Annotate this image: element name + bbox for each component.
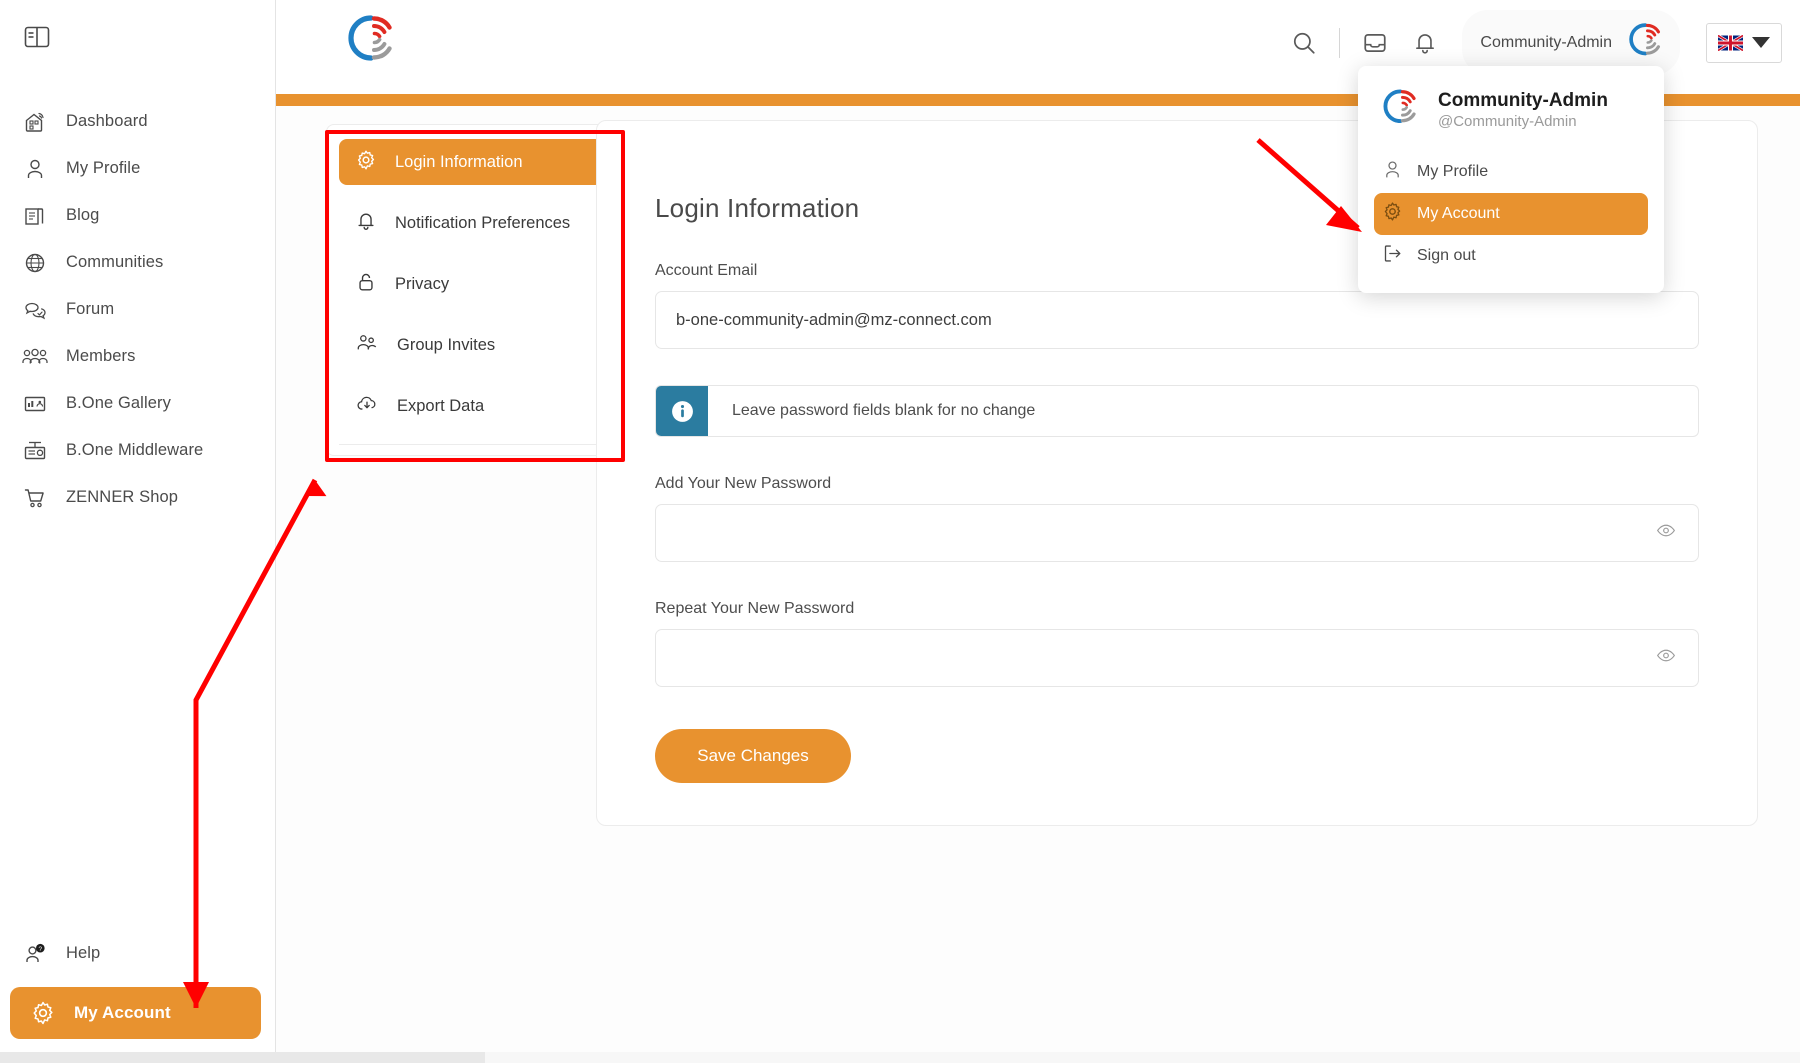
user-menu-label: My Profile — [1417, 163, 1489, 180]
sidebar-item-label: My Profile — [66, 159, 141, 177]
sidebar-item-label: Communities — [66, 253, 164, 271]
repeat-password-label: Repeat Your New Password — [655, 600, 855, 617]
settings-nav-item-login-information[interactable]: Login Information — [339, 139, 603, 185]
user-menu-header: Community-Admin @Community-Admin — [1374, 84, 1648, 151]
sidebar-item-label: ZENNER Shop — [66, 488, 179, 506]
user-icon — [1382, 159, 1403, 185]
gear-icon — [1382, 201, 1403, 227]
settings-nav-item-group-invites[interactable]: Group Invites — [339, 322, 603, 368]
sidebar-item-label: B.One Middleware — [66, 441, 204, 459]
gallery-icon — [22, 391, 48, 417]
header-user-name: Community-Admin — [1480, 33, 1612, 51]
account-email-field[interactable]: b-one-community-admin@mz-connect.com — [655, 291, 1699, 349]
horizontal-scroll-track[interactable] — [0, 1052, 1800, 1063]
settings-nav-label: Export Data — [397, 396, 485, 415]
sidebar-item-label: My Account — [74, 1003, 171, 1022]
forum-icon — [22, 297, 48, 323]
sidebar-item-help[interactable]: ? Help — [0, 930, 275, 977]
sidebar-item-members[interactable]: Members — [0, 333, 275, 380]
settings-nav: Login Information Notification Preferenc… — [326, 124, 616, 456]
user-menu-display-name: Community-Admin — [1438, 90, 1608, 112]
b-one-connect-avatar — [1378, 84, 1424, 135]
bell-icon — [355, 210, 377, 237]
settings-nav-label: Login Information — [395, 152, 523, 171]
settings-nav-label: Group Invites — [397, 335, 496, 354]
password-notice: Leave password fields blank for no chang… — [655, 385, 1699, 437]
uk-flag-icon — [1718, 34, 1743, 51]
repeat-password-field[interactable] — [655, 629, 1699, 687]
settings-nav-item-privacy[interactable]: Privacy — [339, 261, 603, 307]
bell-icon[interactable] — [1400, 18, 1450, 68]
sidebar-item-label: Dashboard — [66, 112, 148, 130]
info-icon — [656, 386, 708, 436]
sidebar-item-b-one-middleware[interactable]: B.One Middleware — [0, 427, 275, 474]
user-menu-label: My Account — [1417, 205, 1500, 222]
header-divider — [1339, 27, 1341, 58]
members-icon — [22, 344, 48, 370]
user-account-menu: Community-Admin @Community-Admin My Prof… — [1358, 66, 1664, 293]
sidebar-item-b-one-gallery[interactable]: B.One Gallery — [0, 380, 275, 427]
chevron-down-icon — [1752, 37, 1770, 48]
sidebar-item-label: Members — [66, 347, 136, 365]
dashboard-icon — [22, 109, 48, 135]
lock-icon — [355, 271, 377, 298]
settings-nav-label: Notification Preferences — [395, 213, 571, 232]
svg-text:?: ? — [39, 946, 43, 953]
cloud-download-icon — [355, 393, 379, 420]
user-menu-item-my-profile[interactable]: My Profile — [1374, 151, 1648, 193]
app-root: Dashboard My Profile Blog Communities Fo… — [0, 0, 1800, 1063]
account-email-value: b-one-community-admin@mz-connect.com — [676, 310, 992, 329]
settings-nav-label: Privacy — [395, 274, 450, 293]
sidebar-item-my-profile[interactable]: My Profile — [0, 145, 275, 192]
globe-icon — [22, 250, 48, 276]
sidebar-item-label: Help — [66, 944, 101, 962]
sidebar-item-dashboard[interactable]: Dashboard — [0, 98, 275, 145]
sidebar-item-blog[interactable]: Blog — [0, 192, 275, 239]
eye-icon[interactable] — [1656, 646, 1676, 671]
new-password-field[interactable] — [655, 504, 1699, 562]
gear-icon — [355, 149, 377, 176]
inbox-icon[interactable] — [1350, 18, 1400, 68]
panel-toggle-icon[interactable] — [22, 22, 52, 52]
help-user-icon: ? — [22, 941, 48, 967]
blog-icon — [22, 203, 48, 229]
user-menu-item-my-account[interactable]: My Account — [1374, 193, 1648, 235]
sidebar-item-communities[interactable]: Communities — [0, 239, 275, 286]
gear-icon — [30, 1000, 56, 1026]
sidebar-item-zenner-shop[interactable]: ZENNER Shop — [0, 474, 275, 521]
sidebar: Dashboard My Profile Blog Communities Fo… — [0, 0, 276, 1053]
sign-out-icon — [1382, 243, 1403, 269]
group-invites-icon — [355, 332, 379, 359]
sidebar-item-label: B.One Gallery — [66, 394, 171, 412]
sidebar-bottom-nav: ? Help My Account — [0, 930, 275, 1039]
user-menu-handle: @Community-Admin — [1438, 112, 1577, 130]
language-selector[interactable] — [1706, 22, 1782, 63]
sidebar-item-label: Forum — [66, 300, 115, 318]
sidebar-nav: Dashboard My Profile Blog Communities Fo… — [0, 98, 275, 521]
settings-nav-item-notification-preferences[interactable]: Notification Preferences — [339, 200, 603, 246]
sidebar-item-forum[interactable]: Forum — [0, 286, 275, 333]
user-icon — [22, 156, 48, 182]
user-menu-label: Sign out — [1417, 247, 1476, 264]
sidebar-item-my-account[interactable]: My Account — [10, 987, 261, 1039]
new-password-label: Add Your New Password — [655, 475, 832, 492]
eye-icon[interactable] — [1656, 521, 1676, 546]
b-one-connect-logo[interactable] — [341, 8, 403, 75]
sidebar-item-label: Blog — [66, 206, 100, 224]
horizontal-scrollbar-thumb[interactable] — [0, 1052, 485, 1063]
search-icon[interactable] — [1279, 18, 1329, 68]
password-notice-text: Leave password fields blank for no chang… — [732, 402, 1036, 419]
settings-nav-item-export-data[interactable]: Export Data — [339, 383, 603, 429]
cart-icon — [22, 485, 48, 511]
middleware-icon — [22, 438, 48, 464]
settings-nav-divider — [339, 444, 603, 445]
save-changes-button[interactable]: Save Changes — [655, 729, 851, 783]
b-one-connect-avatar — [1624, 18, 1668, 67]
user-menu-item-sign-out[interactable]: Sign out — [1374, 235, 1648, 277]
